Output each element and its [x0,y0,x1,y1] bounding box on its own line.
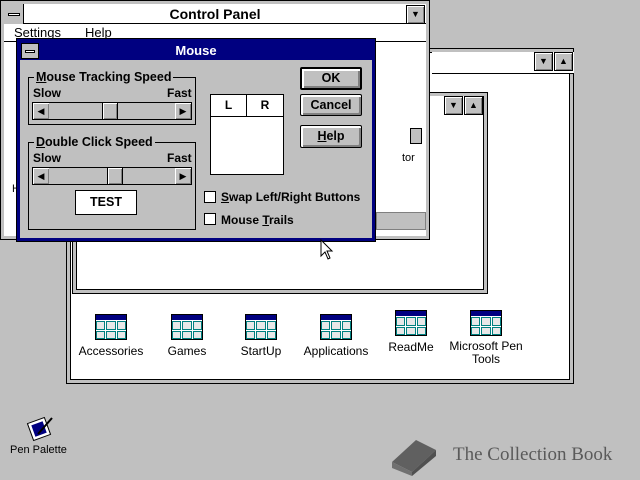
swap-buttons-checkbox[interactable] [204,191,216,203]
group-label: Accessories [78,344,144,358]
up-arrow-icon: ▲ [469,100,478,110]
group-minimize-button[interactable]: ▼ [444,96,463,115]
slider-thumb[interactable] [102,103,118,119]
group-label: ReadMe [388,340,434,354]
minimize-button[interactable]: ▼ [534,52,553,71]
partial-label: tor [402,152,415,164]
group-icon-pen-tools[interactable]: Microsoft Pen Tools [446,310,526,366]
system-menu-box[interactable] [4,4,24,24]
control-panel-title: Control Panel [4,4,426,24]
left-button-indicator: L [210,94,247,117]
program-group-icon [245,314,277,340]
group-label: Microsoft Pen Tools [449,339,523,366]
double-click-speed-slider[interactable]: ◀ ▶ [32,167,192,185]
system-menu-icon [25,49,35,53]
right-arrow-icon[interactable]: ▶ [175,168,191,184]
mouse-trails-label[interactable]: Mouse Trails [221,213,294,227]
mouse-dialog-title: Mouse [20,42,372,60]
down-arrow-icon: ▼ [411,9,420,19]
tracking-speed-title: Mouse Tracking Speed [34,70,174,84]
program-group-icon [95,314,127,340]
program-group-icon [470,310,502,336]
right-arrow-icon[interactable]: ▶ [175,103,191,119]
group-maximize-button[interactable]: ▲ [464,96,483,115]
swap-buttons-label[interactable]: Swap Left/Right Buttons [221,190,360,204]
partial-icon [410,128,422,144]
tracking-slow-label: Slow [33,86,62,100]
group-icon-games[interactable]: Games [154,314,220,358]
program-group-icon [320,314,352,340]
cancel-button[interactable]: Cancel [300,94,362,116]
program-group-icon [395,310,427,336]
slider-thumb[interactable] [107,168,123,184]
group-label: Applications [303,344,369,358]
group-label: StartUp [240,344,282,358]
mouse-trails-checkbox[interactable] [204,213,216,225]
group-icon-accessories[interactable]: Accessories [78,314,144,358]
ok-button[interactable]: OK [300,67,362,90]
up-arrow-icon: ▲ [559,56,568,66]
group-icon-readme[interactable]: ReadMe [378,310,444,354]
group-icon-applications[interactable]: Applications [300,314,372,358]
program-group-icon [171,314,203,340]
down-arrow-icon: ▼ [449,100,458,110]
left-arrow-icon[interactable]: ◀ [33,103,49,119]
help-button[interactable]: Help [300,125,362,148]
tracking-fast-label: Fast [167,86,192,100]
system-menu-icon [7,12,20,16]
left-arrow-icon[interactable]: ◀ [33,168,49,184]
double-click-slow-label: Slow [33,151,62,165]
pen-palette-icon[interactable] [24,414,56,444]
control-panel-minimize[interactable]: ▼ [406,5,425,24]
maximize-button[interactable]: ▲ [554,52,573,71]
watermark-text: The Collection Book [453,444,613,465]
status-bar [376,212,426,230]
double-click-title: Double Click Speed [34,135,155,149]
double-click-fast-label: Fast [167,151,192,165]
tracking-speed-slider[interactable]: ◀ ▶ [32,102,192,120]
test-area[interactable]: TEST [75,190,137,215]
dialog-system-menu[interactable] [21,43,39,59]
book-logo-icon [392,440,436,476]
mouse-pointer-icon [320,239,334,260]
down-arrow-icon: ▼ [539,56,548,66]
pen-palette-label[interactable]: Pen Palette [10,444,67,456]
group-icon-startup[interactable]: StartUp [228,314,294,358]
group-label: Games [167,344,207,358]
right-button-indicator: R [246,94,284,117]
